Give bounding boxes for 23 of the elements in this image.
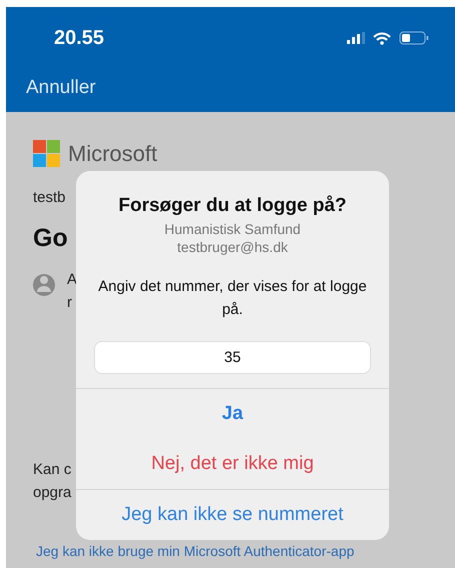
page-heading: Go [33,224,68,253]
logo-icon [33,140,60,167]
number-field[interactable]: 35 [94,341,371,374]
instruction-text: Angiv det nummer, der vises for at logge på. [98,277,368,320]
body-text: Kan c [33,461,72,478]
authenticator-link[interactable]: Jeg kan ikke bruge min Microsoft Authenticator-app [36,543,354,559]
body-text: r [67,294,73,311]
dialog-action-button[interactable]: Jeg kan ikke se nummeret [76,489,389,540]
dialog-title: Forsøger du at logge på? [118,195,346,217]
battery-icon [399,31,429,45]
account-text: testb [33,189,66,206]
signal-icon [347,32,365,44]
status-time: 20.55 [54,26,104,50]
brand-name: Microsoft [68,140,158,166]
body-text: opgra [33,484,72,501]
cancel-button[interactable]: Annuller [26,77,96,99]
account-email: testbruger@hs.dk [177,239,288,255]
body-text: A [67,271,78,288]
wifi-icon [373,32,391,44]
dialog-action-button[interactable]: Nej, det er ikke mig [76,438,389,490]
lock-icon [33,271,55,297]
organization-name: Humanistisk Samfund [164,221,301,237]
dialog-action-button[interactable]: Ja [76,388,389,439]
